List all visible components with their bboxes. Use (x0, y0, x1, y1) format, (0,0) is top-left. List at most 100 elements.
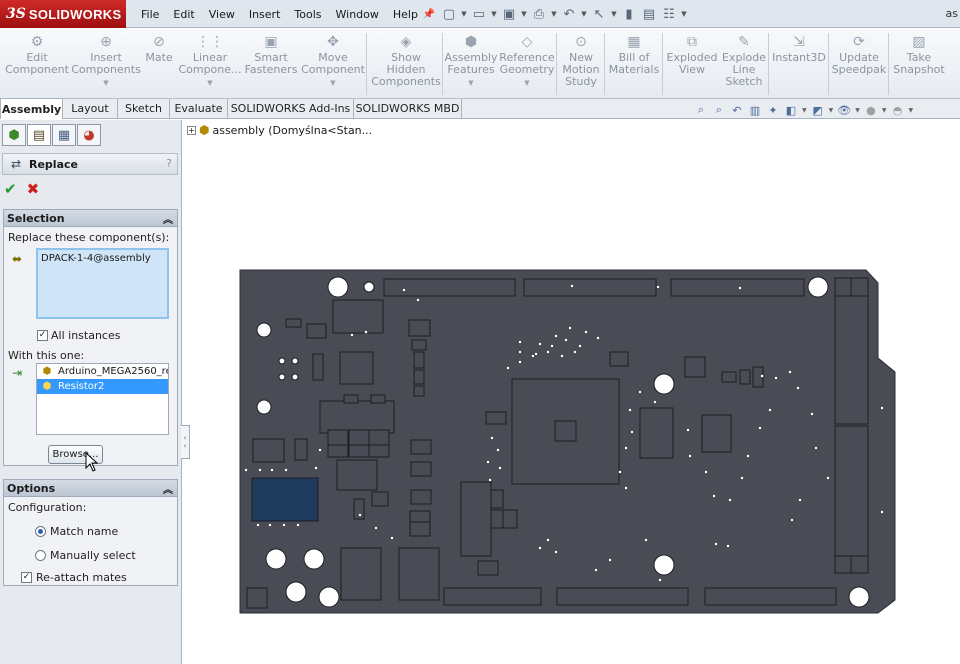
print-icon[interactable]: ⎙ (530, 5, 548, 23)
pcb-component (370, 394, 386, 404)
move-component-button[interactable]: ✥ Move Component ▼ (300, 29, 366, 99)
file-properties-icon[interactable]: ▤ (640, 5, 658, 23)
tab-solidworks-mbd[interactable]: SOLIDWORKS MBD (354, 99, 462, 118)
feature-manager-tab[interactable]: ⬢ (2, 124, 26, 146)
dropdown-icon[interactable]: ▼ (855, 107, 860, 114)
options-icon[interactable]: ☷ (660, 5, 678, 23)
display-manager-tab[interactable]: ◕ (77, 124, 101, 146)
via-hole (554, 334, 558, 338)
list-item[interactable]: ⬢ Resistor2 (37, 379, 168, 394)
bom-button[interactable]: ▦ Bill of Materials (606, 29, 662, 99)
instant3d-button[interactable]: ⇲ Instant3D (770, 29, 828, 99)
pcb-component (409, 521, 431, 537)
exploded-view-button[interactable]: ⧉ Exploded View (664, 29, 720, 99)
menu-file[interactable]: File (134, 8, 166, 21)
open-icon[interactable]: ▭ (470, 5, 488, 23)
match-name-radio[interactable] (35, 526, 46, 537)
edit-component-button[interactable]: ⚙ Edit Component (2, 29, 72, 99)
undo-icon[interactable]: ↶ (560, 5, 578, 23)
replacement-components-list[interactable]: ⬢ Arduino_MEGA2560_re ⬢ Resistor2 (36, 363, 169, 435)
dropdown-icon[interactable]: ▼ (330, 77, 335, 89)
via-hole (638, 390, 642, 394)
assembly-features-button[interactable]: ⬢ Assembly Features ▼ (444, 29, 498, 99)
hide-show-icon[interactable]: 👁 (837, 103, 851, 117)
dynamic-annotation-icon[interactable]: ✦ (766, 103, 780, 117)
dropdown-icon[interactable]: ▼ (520, 10, 528, 18)
via-hole (624, 486, 628, 490)
reference-geometry-button[interactable]: ◇ Reference Geometry ▼ (498, 29, 556, 99)
edit-appearance-icon[interactable]: ● (864, 103, 878, 117)
dropdown-icon[interactable]: ▼ (490, 10, 498, 18)
snapshot-button[interactable]: ▨ Take Snapshot (890, 29, 948, 99)
show-hidden-button[interactable]: ◈ Show Hidden Components (368, 29, 444, 99)
via-hole (256, 523, 260, 527)
solidworks-logo[interactable]: 3S SOLIDWORKS (0, 0, 126, 28)
dropdown-icon[interactable]: ▼ (550, 10, 558, 18)
collapse-icon[interactable]: ︽ (163, 211, 173, 226)
motion-study-button[interactable]: ⊙ New Motion Study (558, 29, 604, 99)
expand-icon[interactable]: + (187, 125, 196, 135)
list-item[interactable]: DPACK-1-4@assembly (41, 253, 164, 264)
zoom-area-icon[interactable]: ⌕ (712, 103, 726, 117)
dropdown-icon[interactable]: ▼ (207, 77, 212, 89)
tab-solidworks-add-ins[interactable]: SOLIDWORKS Add-Ins (228, 99, 354, 118)
linear-pattern-button[interactable]: ⋮⋮ Linear Compone... ▼ (178, 29, 242, 99)
options-group-header[interactable]: Options ︽ (4, 480, 177, 497)
dropdown-icon[interactable]: ▼ (610, 10, 618, 18)
list-item[interactable]: ⬢ Arduino_MEGA2560_re (37, 364, 168, 379)
graphics-area[interactable] (183, 120, 960, 664)
selection-group-header[interactable]: Selection ︽ (4, 210, 177, 227)
select-icon[interactable]: ↖ (590, 5, 608, 23)
property-manager-tab[interactable]: ▤ (27, 124, 51, 146)
display-style-icon[interactable]: ◩ (811, 103, 825, 117)
pcb-board-model[interactable] (183, 120, 960, 664)
pin-icon[interactable]: 📌 (420, 5, 438, 23)
dropdown-icon[interactable]: ▼ (680, 10, 688, 18)
tab-layout[interactable]: Layout (63, 99, 118, 118)
dropdown-icon[interactable]: ▼ (829, 107, 834, 114)
via-hole (518, 340, 522, 344)
section-view-icon[interactable]: ▥ (748, 103, 762, 117)
dropdown-icon[interactable]: ▼ (103, 77, 108, 89)
menu-view[interactable]: View (202, 8, 242, 21)
dropdown-icon[interactable]: ▼ (882, 107, 887, 114)
menu-edit[interactable]: Edit (166, 8, 201, 21)
reattach-mates-checkbox[interactable]: ✓ (21, 572, 32, 583)
help-button[interactable]: ? (166, 157, 172, 170)
explode-line-icon: ✎ (738, 34, 750, 50)
dropdown-icon[interactable]: ▼ (460, 10, 468, 18)
dropdown-icon[interactable]: ▼ (802, 107, 807, 114)
smart-fasteners-button[interactable]: ▣ Smart Fasteners (242, 29, 300, 99)
menu-insert[interactable]: Insert (242, 8, 288, 21)
speedpak-button[interactable]: ⟳ Update Speedpak (830, 29, 888, 99)
rebuild-icon[interactable]: ▮ (620, 5, 638, 23)
feature-tree-flyout[interactable]: + ⬢ assembly (Domyślna<Stan... (187, 123, 372, 137)
manually-select-radio[interactable] (35, 550, 46, 561)
replace-components-list[interactable]: DPACK-1-4@assembly (36, 248, 169, 319)
tab-evaluate[interactable]: Evaluate (170, 99, 228, 118)
menu-tools[interactable]: Tools (287, 8, 328, 21)
explode-line-button[interactable]: ✎ Explode Line Sketch (720, 29, 768, 99)
dropdown-icon[interactable]: ▼ (468, 77, 473, 89)
dropdown-icon[interactable]: ▼ (580, 10, 588, 18)
save-icon[interactable]: ▣ (500, 5, 518, 23)
previous-view-icon[interactable]: ↶ (730, 103, 744, 117)
all-instances-checkbox[interactable]: ✓ (37, 330, 48, 341)
insert-components-button[interactable]: ⊕ Insert Components ▼ (71, 29, 141, 99)
mate-button[interactable]: ⊘ Mate (140, 29, 178, 99)
zoom-to-fit-icon[interactable]: ⌕ (694, 103, 708, 117)
cancel-button[interactable]: ✖ (27, 180, 40, 198)
scene-icon[interactable]: ◓ (891, 103, 905, 117)
configuration-manager-tab[interactable]: ▦ (52, 124, 76, 146)
pcb-component (739, 369, 751, 385)
dropdown-icon[interactable]: ▼ (524, 77, 529, 89)
view-orientation-icon[interactable]: ◧ (784, 103, 798, 117)
collapse-icon[interactable]: ︽ (163, 481, 173, 496)
dropdown-icon[interactable]: ▼ (909, 107, 914, 114)
menu-window[interactable]: Window (329, 8, 386, 21)
panel-collapse-handle[interactable]: ‹ ‹ (181, 425, 190, 459)
tab-sketch[interactable]: Sketch (118, 99, 170, 118)
new-document-icon[interactable]: ▢ (440, 5, 458, 23)
ok-button[interactable]: ✔ (4, 180, 17, 198)
tab-assembly[interactable]: Assembly (0, 98, 63, 119)
